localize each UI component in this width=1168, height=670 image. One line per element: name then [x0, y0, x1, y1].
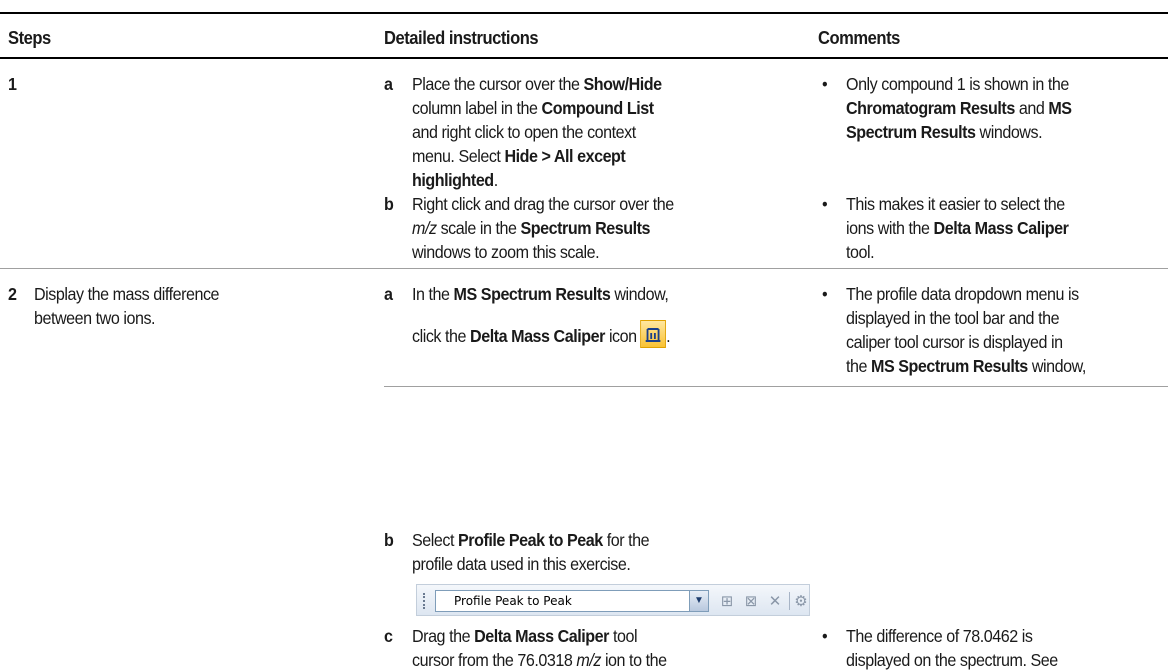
row1-substep-a-text: Place the cursor over the Show/Hide colu…	[412, 74, 662, 190]
toolbar-grip[interactable]	[423, 593, 426, 609]
bullet: •	[822, 74, 828, 94]
delta-mass-caliper-icon	[640, 320, 667, 348]
substep-letter-b: b	[384, 530, 394, 550]
dropdown-arrow-icon[interactable]: ▼	[689, 591, 708, 611]
caliper-tool-icon[interactable]: ⊞	[717, 592, 737, 610]
row2-comment: The profile data dropdown menu is displa…	[846, 284, 1086, 376]
row3-substep-b-text: Select Profile Peak to Peak for the prof…	[412, 530, 650, 574]
profile-toolbar: Profile Peak to Peak ▼ ⊞ ⊠ ✕ ⚙	[416, 584, 810, 616]
settings-icon[interactable]: ⚙	[791, 592, 811, 610]
substep-letter-c: c	[384, 626, 393, 646]
erase-tool-icon[interactable]: ⊠	[741, 592, 761, 610]
header-detailed-instructions: Detailed instructions	[384, 28, 539, 48]
row2-substep-a-text: In the MS Spectrum Results window, click…	[412, 284, 671, 348]
profile-data-dropdown[interactable]: Profile Peak to Peak	[435, 590, 709, 612]
step-number-1: 1	[8, 74, 17, 94]
row3-substep-c-continued: cursor from the 76.0318 m/z ion to the	[412, 650, 667, 670]
row3-comment: The difference of 78.0462 is	[846, 626, 1033, 646]
substep-letter-a: a	[384, 74, 393, 94]
row3-comment-continued: displayed on the spectrum. See	[846, 650, 1058, 670]
top-rule	[0, 12, 1168, 14]
step-number-2: 2	[8, 284, 17, 304]
header-comments: Comments	[818, 28, 900, 48]
row-divider	[0, 268, 1168, 269]
step-2-description: Display the mass difference between two …	[34, 284, 220, 328]
row-divider	[384, 386, 1168, 387]
bullet: •	[822, 284, 828, 304]
header-steps: Steps	[8, 28, 51, 48]
row3-substep-c-text: Drag the Delta Mass Caliper tool	[412, 626, 638, 646]
row1-comment-1: Only compound 1 is shown in the Chromato…	[846, 74, 1072, 142]
bullet: •	[822, 626, 828, 646]
substep-letter-a: a	[384, 284, 393, 304]
substep-letter-b: b	[384, 194, 394, 214]
row1-substep-b-text: Right click and drag the cursor over the…	[412, 194, 674, 262]
clear-icon[interactable]: ✕	[765, 592, 785, 610]
header-rule	[0, 57, 1168, 59]
row1-comment-2: This makes it easier to select the ions …	[846, 194, 1069, 262]
bullet: •	[822, 194, 828, 214]
toolbar-separator	[789, 592, 790, 610]
